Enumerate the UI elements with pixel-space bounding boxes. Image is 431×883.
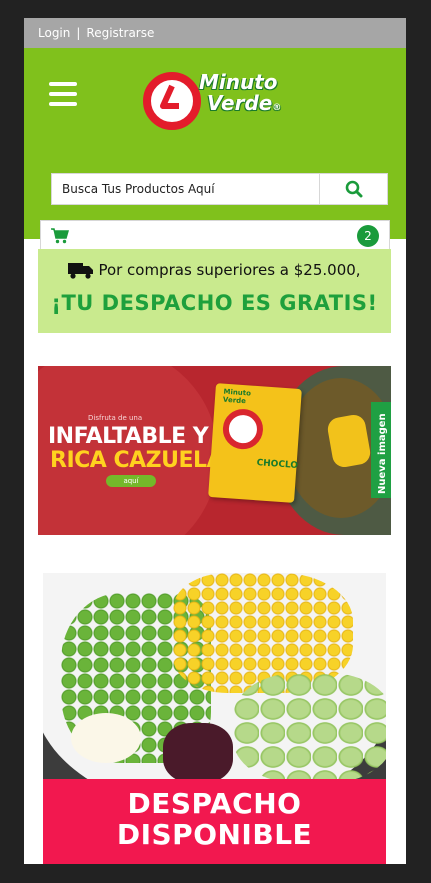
free-shipping-banner: Por compras superiores a $25.000, ¡TU DE… — [38, 249, 391, 333]
delivery-banner-text: DESPACHO DISPONIBLE — [43, 779, 386, 864]
banner-cta-button[interactable]: aquí — [106, 475, 156, 487]
logo-mark-icon — [143, 72, 201, 130]
logo-text: Minuto Verde® — [199, 72, 281, 119]
beans-image — [233, 673, 386, 783]
delivery-line2: DISPONIBLE — [116, 818, 313, 851]
logo-line1: Minuto — [199, 70, 278, 94]
register-link[interactable]: Registrarse — [86, 26, 154, 40]
site-logo[interactable]: Minuto Verde® — [143, 68, 293, 132]
cart-bar[interactable]: 2 — [40, 220, 390, 252]
site-header: Minuto Verde® 2 — [24, 48, 406, 252]
search-input[interactable] — [51, 173, 319, 205]
promo-line2: ¡TU DESPACHO ES GRATIS! — [51, 291, 378, 315]
truck-icon — [68, 263, 94, 279]
logo-mark: ® — [272, 103, 282, 113]
bag-brand: Minuto Verde — [223, 388, 252, 406]
banner-title-line2: RICA CAZUELA — [50, 448, 224, 473]
bag-logo-icon — [221, 407, 265, 451]
beet-image — [163, 723, 233, 783]
delivery-banner[interactable]: DESPACHO DISPONIBLE — [43, 573, 386, 864]
delivery-line1: DESPACHO — [127, 787, 302, 820]
banner-title-line1: INFALTABLE Y — [48, 424, 209, 449]
hamburger-icon[interactable] — [49, 82, 77, 106]
cart-icon — [51, 228, 69, 244]
cheese-image — [71, 713, 141, 763]
promo-line1: Por compras superiores a $25.000, — [98, 261, 361, 279]
bag-product-label: CHOCLO — [256, 458, 299, 472]
new-image-tag: Nueva imagen — [371, 402, 391, 498]
logo-line2: Verde — [207, 91, 273, 115]
topbar-separator: | — [76, 26, 81, 40]
search-bar — [51, 173, 388, 205]
banner-small-text: Disfruta de una — [88, 414, 143, 422]
search-icon — [345, 180, 362, 198]
top-bar: Login | Registrarse — [24, 18, 406, 48]
mobile-page: Login | Registrarse Minuto Verde® Busca … — [24, 18, 406, 864]
login-link[interactable]: Login — [38, 26, 70, 40]
new-image-label: Nueva imagen — [377, 413, 388, 494]
search-button[interactable] — [319, 173, 388, 205]
product-bag-image: Minuto Verde CHOCLO — [208, 383, 302, 503]
cazuela-banner[interactable]: Disfruta de una INFALTABLE Y RICA CAZUEL… — [38, 366, 391, 535]
cart-count-badge: 2 — [357, 225, 379, 247]
